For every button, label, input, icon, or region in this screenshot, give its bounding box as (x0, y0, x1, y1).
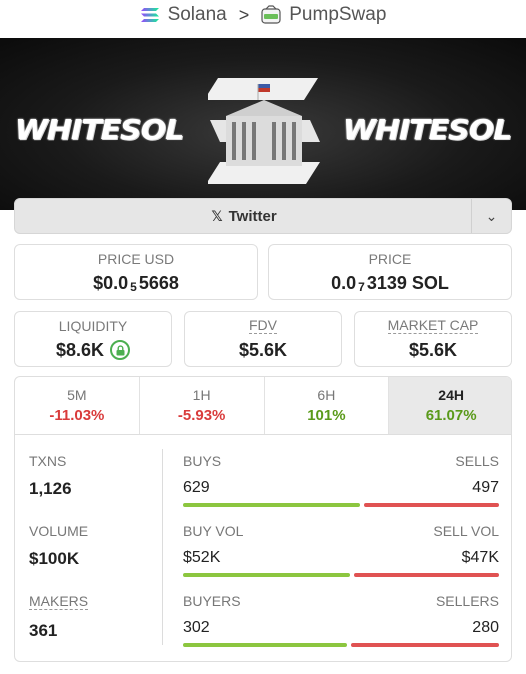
sells-label: SELLS (455, 453, 499, 469)
buy-bar (183, 573, 351, 577)
buy-vol-label: BUY VOL (183, 523, 244, 539)
sellers-label: SELLERS (435, 593, 499, 609)
buy-bar (183, 503, 360, 507)
buyers-sellers-bar (183, 643, 499, 647)
price-usd-label: PRICE USD (97, 250, 175, 267)
txns-metric: TXNS 1,126 (29, 453, 72, 499)
liquidity-value: $8.6K (55, 339, 105, 360)
buys-sells-row: BUYS SELLS 629 497 (183, 453, 499, 507)
pumpswap-icon (261, 5, 281, 24)
price-native-card: PRICE 0.0 7 3139 SOL (268, 244, 512, 300)
tab-change: 101% (307, 407, 346, 424)
twitter-button[interactable]: 𝕏 Twitter (15, 199, 473, 233)
x-icon: 𝕏 (211, 207, 223, 224)
sell-bar (351, 643, 499, 647)
breadcrumb-dex-link[interactable]: PumpSwap (289, 4, 386, 26)
fdv-value: $5.6K (238, 339, 288, 360)
volume-metric: VOLUME $100K (29, 523, 88, 569)
sell-bar (363, 503, 499, 507)
buy-bar (183, 643, 348, 647)
market-cap-label: MARKET CAP (387, 316, 479, 334)
tab-change: -11.03% (49, 407, 105, 424)
tab-label: 6H (317, 387, 336, 403)
banner-word-right: WHITESOL (342, 113, 513, 147)
fdv-label: FDV (249, 316, 277, 334)
timeframe-tabs: 5M -11.03% 1H -5.93% 6H 101% 24H 61.07% (15, 377, 511, 435)
tab-change: 61.07% (425, 407, 477, 424)
solana-icon (140, 8, 159, 22)
price-usd-card: PRICE USD $0.0 5 5668 (14, 244, 258, 300)
sells-value: 497 (472, 479, 499, 496)
social-links-bar: 𝕏 Twitter ⌄ (14, 198, 512, 234)
volume-label: VOLUME (29, 523, 89, 539)
breadcrumb-separator: > (238, 4, 250, 25)
whitesol-logo (208, 78, 320, 184)
makers-metric: MAKERS 361 (29, 593, 89, 641)
banner-word-left: WHITESOL (14, 113, 185, 147)
sellers-value: 280 (472, 619, 499, 636)
twitter-label: Twitter (228, 207, 277, 225)
market-cap-value: $5.6K (408, 339, 458, 360)
buys-label: BUYS (183, 453, 222, 469)
breadcrumb: Solana > PumpSwap (0, 0, 526, 30)
tab-label: 1H (192, 387, 211, 403)
tab-24h[interactable]: 24H 61.07% (389, 377, 511, 434)
column-divider (162, 449, 163, 645)
buy-sell-volume-row: BUY VOL SELL VOL $52K $47K (183, 523, 499, 577)
token-banner: WHITESOL WHITESOL (0, 38, 526, 210)
sell-vol-label: SELL VOL (433, 523, 499, 539)
tab-label: 24H (438, 387, 464, 403)
makers-value: 361 (29, 621, 58, 640)
social-dropdown-button[interactable]: ⌄ (471, 199, 511, 233)
tab-label: 5M (67, 387, 87, 403)
buys-sells-bar (183, 503, 499, 507)
liquidity-value-row: $8.6K (55, 339, 131, 361)
lock-icon[interactable] (110, 340, 131, 360)
sell-bar (354, 573, 499, 577)
price-usd-value: $0.0 5 5668 (93, 272, 179, 295)
buyers-sellers-row: BUYERS SELLERS 302 280 (183, 593, 499, 647)
txns-label: TXNS (29, 453, 67, 469)
tab-1h[interactable]: 1H -5.93% (140, 377, 265, 434)
buyers-value: 302 (183, 619, 210, 636)
stats-panel: 5M -11.03% 1H -5.93% 6H 101% 24H 61.07% … (14, 376, 512, 662)
liquidity-card: LIQUIDITY $8.6K (14, 311, 172, 367)
buy-sell-vol-bar (183, 573, 499, 577)
price-native-label: PRICE (368, 250, 412, 267)
fdv-card: FDV $5.6K (184, 311, 342, 367)
market-cap-card: MARKET CAP $5.6K (354, 311, 512, 367)
makers-label: MAKERS (29, 593, 89, 610)
chevron-down-icon: ⌄ (485, 207, 498, 224)
volume-value: $100K (29, 549, 80, 568)
buyers-label: BUYERS (183, 593, 241, 609)
breadcrumb-chain-link[interactable]: Solana (168, 4, 227, 26)
sell-vol-value: $47K (461, 549, 499, 566)
liquidity-label: LIQUIDITY (58, 317, 128, 334)
txns-value: 1,126 (29, 479, 72, 498)
buys-value: 629 (183, 479, 210, 496)
tab-5m[interactable]: 5M -11.03% (15, 377, 140, 434)
tab-6h[interactable]: 6H 101% (265, 377, 390, 434)
buy-vol-value: $52K (183, 549, 221, 566)
tab-change: -5.93% (177, 407, 226, 424)
price-native-value: 0.0 7 3139 SOL (331, 272, 449, 295)
